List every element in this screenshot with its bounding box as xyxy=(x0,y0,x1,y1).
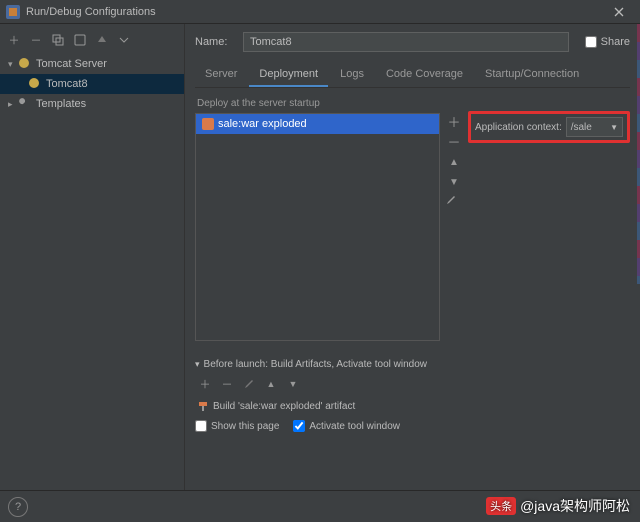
bl-add-button[interactable]: ＋ xyxy=(195,374,215,394)
chevron-down-icon: ▼ xyxy=(610,123,618,132)
chevron-right-icon: ▸ xyxy=(8,99,18,110)
copy-icon xyxy=(52,34,64,46)
wrench-icon xyxy=(18,97,32,111)
artifact-icon xyxy=(202,118,214,130)
move-up-button[interactable] xyxy=(92,30,112,50)
sidebar-toolbar: ＋ － xyxy=(0,28,184,52)
bl-remove-button[interactable]: － xyxy=(217,374,237,394)
artifact-label: sale:war exploded xyxy=(218,118,307,130)
tree-node-tomcat8[interactable]: Tomcat8 xyxy=(0,74,184,94)
show-page-check[interactable]: Show this page xyxy=(195,420,279,432)
watermark: 头条 @java架构师阿松 xyxy=(486,496,630,516)
before-launch-title: Before launch: Build Artifacts, Activate… xyxy=(204,359,427,370)
close-icon xyxy=(614,7,624,17)
before-launch-checks: Show this page Activate tool window xyxy=(195,420,630,432)
tree-label: Tomcat8 xyxy=(46,78,88,90)
tree-label: Tomcat Server xyxy=(36,58,107,70)
tab-server[interactable]: Server xyxy=(195,64,247,87)
bl-up-button[interactable]: ▲ xyxy=(261,374,281,394)
share-group: Share xyxy=(585,36,630,48)
expand-icon xyxy=(119,35,129,45)
activate-window-checkbox[interactable] xyxy=(293,420,305,432)
add-config-button[interactable]: ＋ xyxy=(4,30,24,50)
chevron-down-icon: ▾ xyxy=(195,359,200,370)
save-icon xyxy=(74,34,86,46)
share-checkbox[interactable] xyxy=(585,36,597,48)
before-launch-header[interactable]: ▾ Before launch: Build Artifacts, Activa… xyxy=(195,359,630,370)
config-sidebar: ＋ － ▾ Tomcat Server Tomcat8 ▸ Templates xyxy=(0,24,185,490)
bl-edit-button[interactable] xyxy=(239,374,259,394)
show-page-checkbox[interactable] xyxy=(195,420,207,432)
edit-artifact-button[interactable] xyxy=(446,195,462,211)
name-row: Name: Share xyxy=(195,30,630,54)
expand-button[interactable] xyxy=(114,30,134,50)
app-context-value: /sale xyxy=(571,122,592,133)
move-artifact-up-button[interactable]: ▲ xyxy=(446,155,462,171)
window-title: Run/Debug Configurations xyxy=(26,6,604,18)
help-button[interactable]: ? xyxy=(8,497,28,517)
tomcat-icon xyxy=(18,57,32,71)
before-launch-item[interactable]: Build 'sale:war exploded' artifact xyxy=(195,400,630,412)
before-launch-toolbar: ＋ － ▲ ▼ xyxy=(195,374,630,394)
application-context-highlight: Application context: /sale ▼ xyxy=(468,111,630,143)
main-area: ＋ － ▾ Tomcat Server Tomcat8 ▸ Templates xyxy=(0,24,640,490)
artifact-list-controls: ＋ － ▲ ▼ xyxy=(446,113,462,341)
add-artifact-button[interactable]: ＋ xyxy=(446,115,462,131)
tree-node-tomcat-server[interactable]: ▾ Tomcat Server xyxy=(0,54,184,74)
pencil-icon xyxy=(446,195,456,205)
activate-window-check[interactable]: Activate tool window xyxy=(293,420,400,432)
copy-config-button[interactable] xyxy=(48,30,68,50)
tab-logs[interactable]: Logs xyxy=(330,64,374,87)
before-launch-item-label: Build 'sale:war exploded' artifact xyxy=(213,401,355,412)
share-label: Share xyxy=(601,36,630,48)
watermark-text: @java架构师阿松 xyxy=(520,496,630,516)
tab-startup-connection[interactable]: Startup/Connection xyxy=(475,64,589,87)
window-close-button[interactable] xyxy=(604,0,634,24)
app-icon xyxy=(6,5,20,19)
tab-deployment[interactable]: Deployment xyxy=(249,64,328,87)
hammer-icon xyxy=(197,400,209,412)
tomcat-local-icon xyxy=(28,77,42,91)
watermark-badge: 头条 xyxy=(486,497,516,515)
window-titlebar: Run/Debug Configurations xyxy=(0,0,640,24)
tab-code-coverage[interactable]: Code Coverage xyxy=(376,64,473,87)
deploy-section-label: Deploy at the server startup xyxy=(197,98,630,109)
move-artifact-down-button[interactable]: ▼ xyxy=(446,175,462,191)
save-config-button[interactable] xyxy=(70,30,90,50)
pencil-icon xyxy=(244,379,254,389)
app-context-dropdown[interactable]: /sale ▼ xyxy=(566,117,623,137)
arrow-up-icon xyxy=(97,35,107,45)
tree-node-templates[interactable]: ▸ Templates xyxy=(0,94,184,114)
remove-artifact-button[interactable]: － xyxy=(446,135,462,151)
artifact-item[interactable]: sale:war exploded xyxy=(196,114,439,134)
config-tree: ▾ Tomcat Server Tomcat8 ▸ Templates xyxy=(0,52,184,114)
before-launch-section: ▾ Before launch: Build Artifacts, Activa… xyxy=(195,359,630,432)
artifact-list[interactable]: sale:war exploded xyxy=(195,113,440,341)
chevron-down-icon: ▾ xyxy=(8,59,18,70)
bl-down-button[interactable]: ▼ xyxy=(283,374,303,394)
deploy-row: sale:war exploded ＋ － ▲ ▼ Application co… xyxy=(195,113,630,341)
name-label: Name: xyxy=(195,36,235,48)
config-content: Name: Share Server Deployment Logs Code … xyxy=(185,24,640,490)
name-input[interactable] xyxy=(243,32,569,52)
app-context-label: Application context: xyxy=(475,122,562,133)
remove-config-button[interactable]: － xyxy=(26,30,46,50)
tree-label: Templates xyxy=(36,98,86,110)
config-tabs: Server Deployment Logs Code Coverage Sta… xyxy=(195,64,630,88)
